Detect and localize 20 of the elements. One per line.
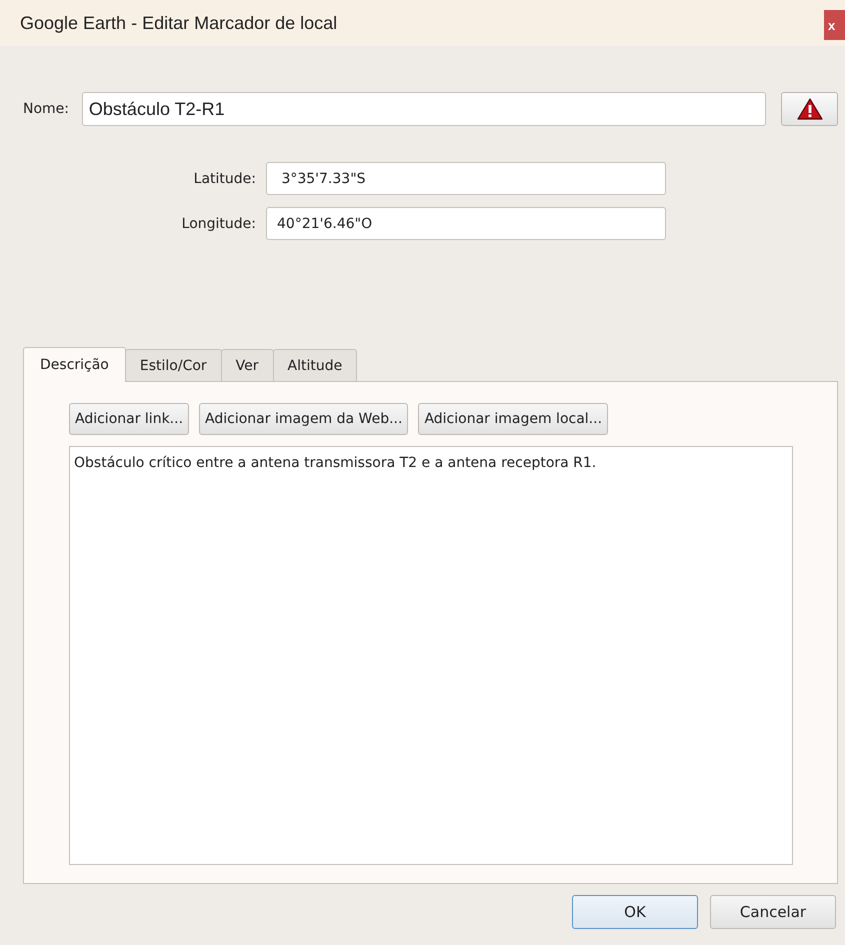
cancel-button[interactable]: Cancelar	[710, 895, 836, 929]
name-field[interactable]: Obstáculo T2-R1	[82, 92, 766, 126]
name-label: Nome:	[23, 101, 70, 117]
coordinate-label: Latitude:	[192, 170, 257, 186]
description-field[interactable]: Obstáculo crítico entre a antena transmissora T2 e a antena receptora R1.	[69, 446, 793, 865]
close-button[interactable]: x	[824, 10, 845, 40]
tab[interactable]: Ver	[220, 349, 274, 381]
toolbar-button[interactable]: Adicionar imagem da Web...	[199, 403, 408, 435]
warning-icon	[796, 98, 823, 120]
tab[interactable]: Descrição	[23, 347, 126, 382]
coordinate-label: Longitude:	[180, 216, 257, 232]
ok-button[interactable]: OK	[572, 895, 698, 929]
coordinate-field[interactable]: 3°35'7.33"S	[266, 162, 666, 195]
icon-button[interactable]	[781, 92, 838, 126]
coordinate-field[interactable]: 40°21'6.46"O	[266, 207, 666, 240]
toolbar-button[interactable]: Adicionar link...	[69, 403, 190, 435]
tab[interactable]: Estilo/Cor	[124, 349, 222, 381]
tab[interactable]: Altitude	[272, 349, 358, 381]
toolbar-button[interactable]: Adicionar imagem local...	[418, 403, 608, 435]
window-title: Google Earth - Editar Marcador de local	[19, 12, 338, 34]
